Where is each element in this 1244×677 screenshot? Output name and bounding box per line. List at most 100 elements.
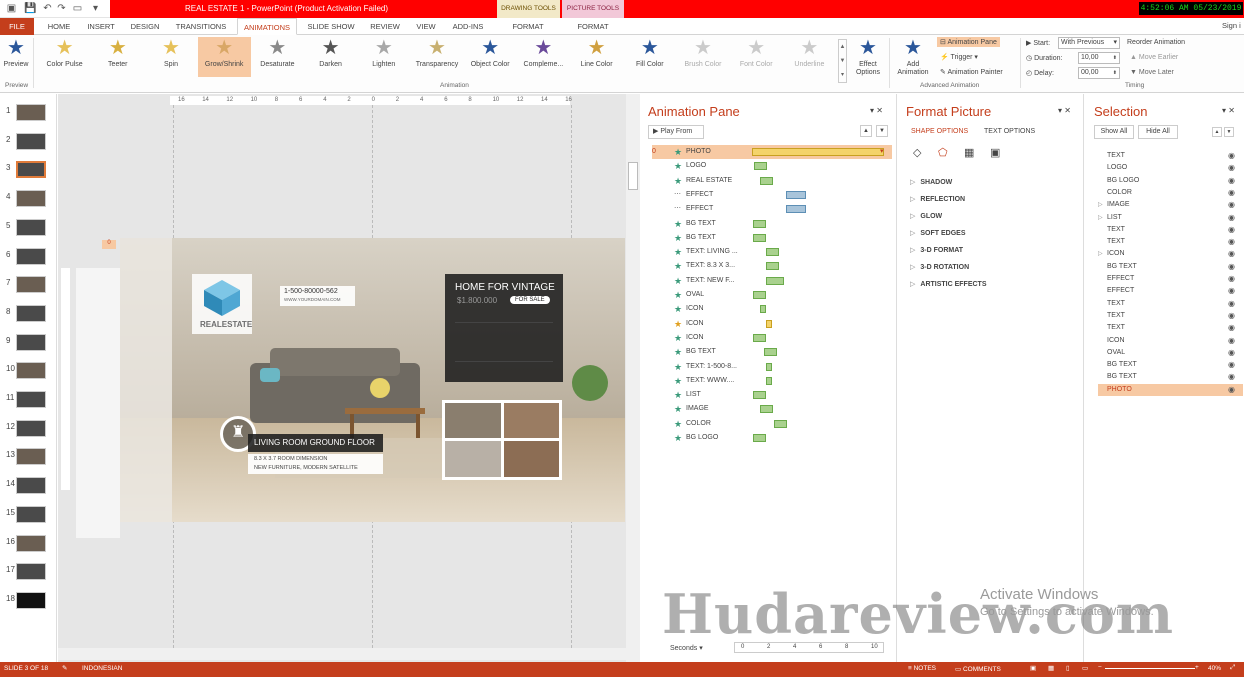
tab-insert[interactable]: INSERT (84, 18, 118, 35)
selection-item[interactable]: COLOR ◉ (1098, 187, 1243, 199)
animation-list-item[interactable]: ★ BG LOGO (652, 431, 892, 445)
animation-option-color-pulse[interactable]: ★ Color Pulse (38, 37, 91, 77)
selection-item[interactable]: ICON ◉ (1098, 335, 1243, 347)
slide-thumbnail[interactable]: 3 (4, 161, 49, 181)
visibility-eye-icon[interactable]: ◉ (1228, 212, 1235, 224)
visibility-eye-icon[interactable]: ◉ (1228, 150, 1235, 162)
effects-icon[interactable]: ⬠ (938, 146, 948, 159)
move-up-icon[interactable]: ▲ (860, 125, 872, 137)
slide-thumbnail[interactable]: 5 (4, 218, 49, 239)
move-down-icon[interactable]: ▼ (876, 125, 888, 137)
selection-item[interactable]: BG TEXT ◉ (1098, 371, 1243, 383)
horizontal-scrollbar[interactable] (58, 648, 626, 660)
logo-card[interactable]: REALESTATE (192, 274, 252, 334)
tab-slide-show[interactable]: SLIDE SHOW (303, 18, 359, 35)
animation-list-item[interactable]: ★ COLOR (652, 417, 892, 431)
tab-transitions[interactable]: TRANSITIONS (170, 18, 232, 35)
animation-option-lighten[interactable]: ★ Lighten (357, 37, 410, 77)
selection-item[interactable]: PHOTO ◉ (1098, 383, 1243, 396)
contact-card[interactable]: 1-500-80000-562 WWW.YOURDOMAIN.COM (280, 286, 355, 306)
hide-all-button[interactable]: Hide All (1138, 125, 1178, 139)
slide-thumbnail[interactable]: 18 (4, 591, 49, 612)
fill-line-icon[interactable]: ◇ (913, 146, 921, 159)
slide-thumbnail[interactable]: 6 (4, 247, 49, 268)
show-all-button[interactable]: Show All (1094, 125, 1134, 139)
animation-option-transparency[interactable]: ★ Transparency (410, 37, 463, 77)
animation-option-fill-color[interactable]: ★ Fill Color (623, 37, 676, 77)
add-animation-button[interactable]: ★ Add Animation (892, 37, 934, 77)
animation-painter-button[interactable]: ✎ Animation Painter (940, 68, 1003, 76)
selection-item[interactable]: BG TEXT ◉ (1098, 359, 1243, 371)
animation-list-item[interactable]: ★ ICON (652, 317, 892, 331)
tab-animations[interactable]: ANIMATIONS (237, 18, 297, 35)
visibility-eye-icon[interactable]: ◉ (1228, 162, 1235, 174)
animation-list-item[interactable]: 0 ★ PHOTO ▾ (652, 145, 892, 159)
animation-list-item[interactable]: ★ ICON (652, 302, 892, 316)
animation-list-item[interactable]: ★ LIST (652, 388, 892, 402)
slide-canvas[interactable]: REALESTATE 1-500-80000-562 WWW.YOURDOMAI… (120, 238, 625, 522)
selection-item[interactable]: LOGO ◉ (1098, 162, 1243, 174)
scroll-thumb[interactable] (628, 162, 638, 190)
animation-list-item[interactable]: ★ BG TEXT (652, 345, 892, 359)
visibility-eye-icon[interactable]: ◉ (1228, 322, 1235, 334)
save-icon[interactable]: 💾 (24, 3, 36, 14)
slide-thumbnail[interactable]: 4 (4, 190, 49, 210)
pane-menu-icon[interactable]: ▾ ✕ (1058, 106, 1071, 115)
tab-view[interactable]: VIEW (410, 18, 442, 35)
selection-item[interactable]: BG TEXT ◉ (1098, 261, 1243, 273)
expand-icon[interactable]: ▷ (1098, 248, 1103, 260)
animation-list-item[interactable]: ★ TEXT: NEW F... (652, 274, 892, 288)
slide-thumbnail[interactable]: 2 (4, 132, 49, 153)
slide-thumbnail[interactable]: 10 (4, 362, 49, 382)
zoom-out-icon[interactable]: − (1098, 664, 1102, 671)
preview-button[interactable]: ★ Preview (2, 37, 30, 77)
selection-item[interactable]: BG LOGO ◉ (1098, 175, 1243, 187)
picture-icon[interactable]: ▣ (990, 146, 1000, 159)
animation-list-item[interactable]: ★ IMAGE (652, 402, 892, 416)
slide-thumbnail[interactable]: 13 (4, 448, 49, 468)
send-backward-icon[interactable]: ▼ (1224, 127, 1234, 137)
customize-toolbar-icon[interactable]: ▾ (90, 3, 101, 14)
room-details[interactable]: 8.3 X 3.7 ROOM DIMENSION NEW FURNITURE, … (248, 454, 383, 474)
slide-thumbnail[interactable]: 11 (4, 391, 49, 411)
format-section-shadow[interactable]: ▷ SHADOW (910, 178, 952, 186)
slide-thumbnail[interactable]: 17 (4, 563, 49, 583)
selection-item[interactable]: ▷ LIST ◉ (1098, 212, 1243, 224)
slide-thumbnail[interactable]: 14 (4, 477, 49, 497)
animation-list-item[interactable]: ★ ICON (652, 331, 892, 345)
play-from-button[interactable]: ▶ Play From (648, 125, 704, 139)
animation-list-item[interactable]: ★ TEXT: 1-500-8... (652, 360, 892, 374)
animation-option-teeter[interactable]: ★ Teeter (91, 37, 144, 77)
format-section-soft-edges[interactable]: ▷ SOFT EDGES (910, 229, 966, 237)
visibility-eye-icon[interactable]: ◉ (1228, 298, 1235, 310)
size-properties-icon[interactable]: ▦ (964, 146, 974, 159)
expand-icon[interactable]: ▷ (1098, 212, 1103, 224)
selection-item[interactable]: ▷ ICON ◉ (1098, 248, 1243, 260)
tab-review[interactable]: REVIEW (365, 18, 405, 35)
tab-shape-options[interactable]: SHAPE OPTIONS (911, 128, 968, 135)
animation-option-font-color[interactable]: ★ Font Color (730, 37, 783, 77)
zoom-level[interactable]: 40% (1208, 665, 1221, 672)
expand-icon[interactable]: ▷ (1098, 199, 1103, 211)
animation-list-item[interactable]: ⋯ EFFECT (652, 202, 892, 216)
selection-item[interactable]: TEXT ◉ (1098, 224, 1243, 236)
tab-file[interactable]: FILE (0, 18, 34, 35)
selection-item[interactable]: TEXT ◉ (1098, 310, 1243, 322)
format-section-3-d-rotation[interactable]: ▷ 3-D ROTATION (910, 263, 969, 271)
slide-thumbnail[interactable]: 1 (4, 104, 49, 124)
slideshow-view-icon[interactable]: ▭ (1082, 664, 1088, 672)
notes-button[interactable]: ≡ NOTES (908, 665, 936, 672)
animation-option-spin[interactable]: ★ Spin (144, 37, 197, 77)
start-from-beginning-icon[interactable]: ▭ (72, 3, 83, 14)
animation-option-brush-color[interactable]: ★ Brush Color (676, 37, 729, 77)
comments-button[interactable]: ▭ COMMENTS (955, 665, 1001, 673)
visibility-eye-icon[interactable]: ◉ (1228, 371, 1235, 383)
sorter-view-icon[interactable]: ▦ (1048, 664, 1054, 672)
selection-item[interactable]: TEXT ◉ (1098, 150, 1243, 162)
format-section-artistic-effects[interactable]: ▷ ARTISTIC EFFECTS (910, 280, 987, 288)
zoom-slider[interactable] (1105, 668, 1195, 669)
start-dropdown[interactable]: With Previous ▾ (1058, 37, 1120, 49)
animation-tag[interactable]: 0 (102, 240, 116, 249)
animation-option-desaturate[interactable]: ★ Desaturate (251, 37, 304, 77)
visibility-eye-icon[interactable]: ◉ (1228, 359, 1235, 371)
